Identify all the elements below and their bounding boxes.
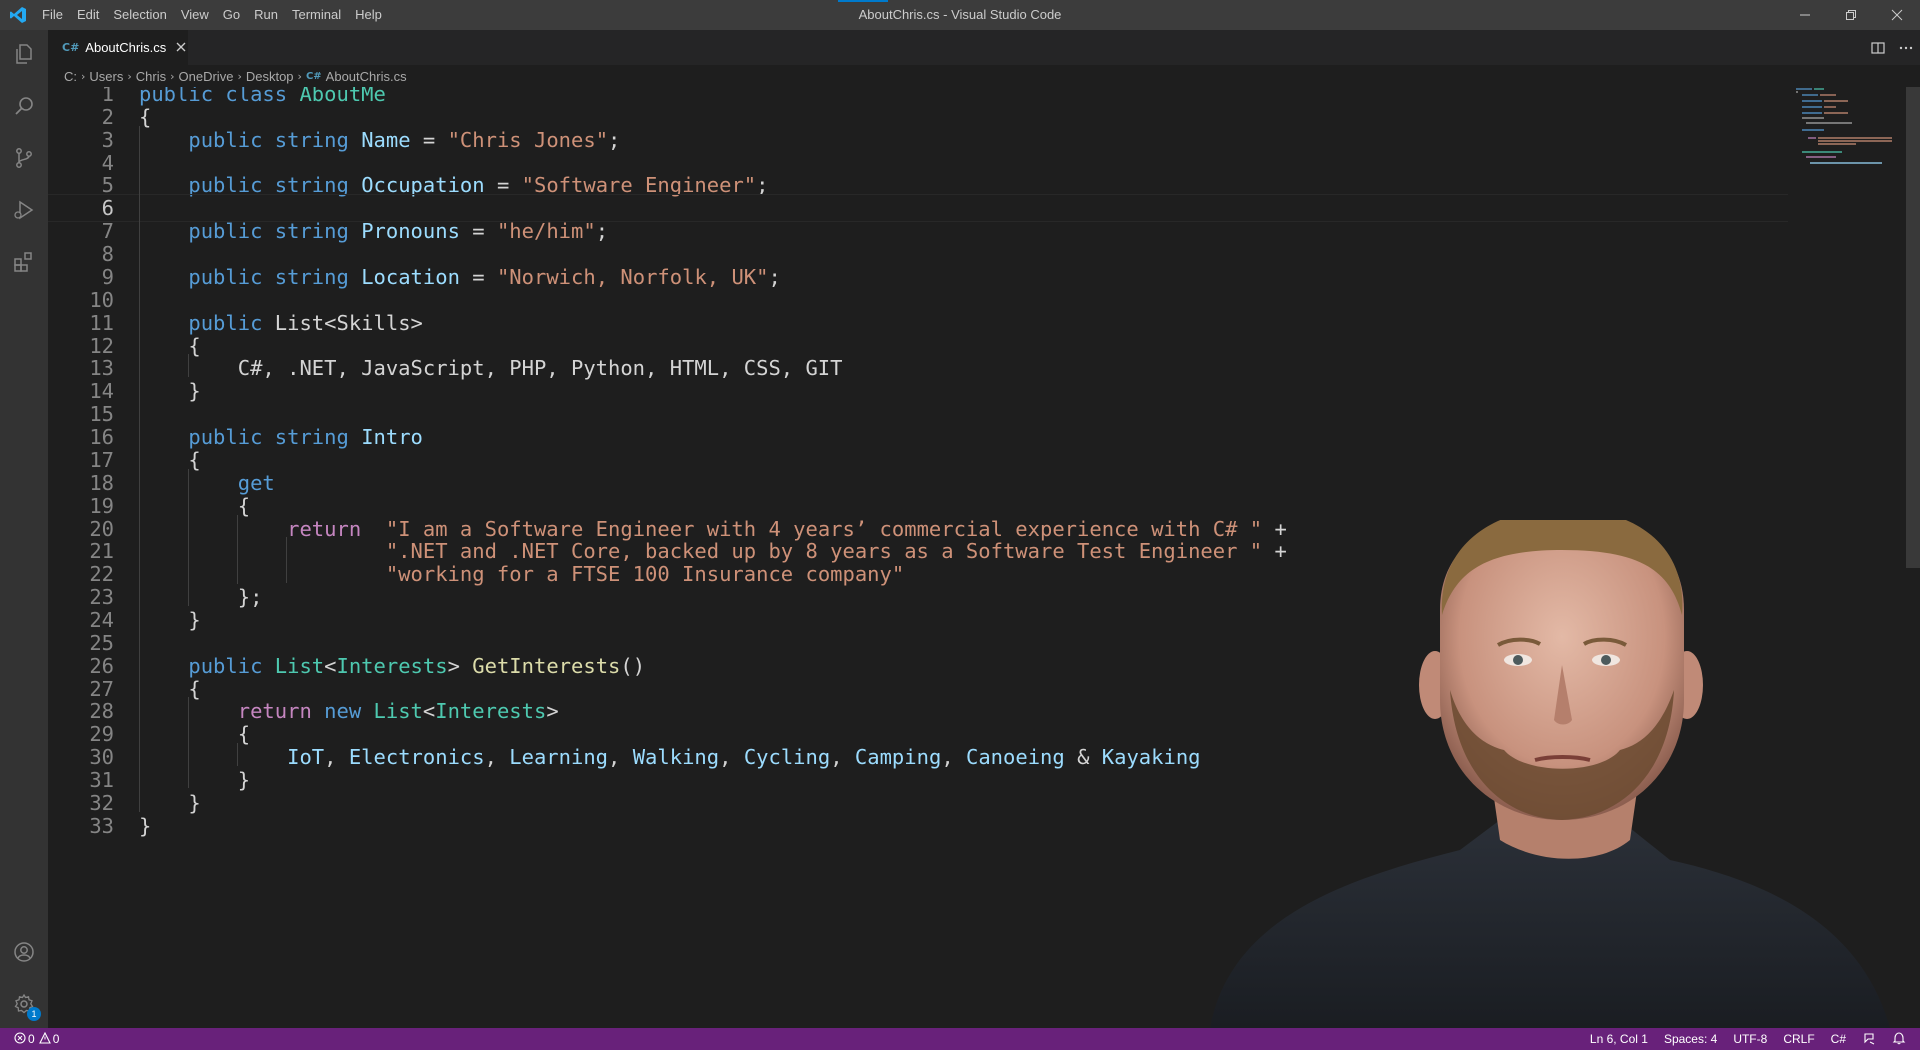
problems-status[interactable]: 0 0 [0,1031,60,1047]
menu-run[interactable]: Run [247,0,285,30]
indentation[interactable]: Spaces: 4 [1656,1032,1725,1046]
feedback-icon[interactable] [1854,1031,1884,1048]
breadcrumb-item[interactable]: Users [89,69,123,84]
chevron-right-icon: › [127,69,132,83]
line-number: 33 [89,814,114,838]
manage-badge: 1 [27,1007,41,1021]
breadcrumb-item[interactable]: Chris [136,69,166,84]
title-bar: File Edit Selection View Go Run Terminal Help A… [0,0,1920,30]
scrollbar-thumb[interactable] [1906,87,1920,568]
accounts-icon[interactable] [0,928,48,976]
breadcrumb-item[interactable]: OneDrive [179,69,234,84]
search-icon[interactable] [0,82,48,130]
language-mode[interactable]: C# [1823,1032,1854,1046]
chevron-right-icon: › [237,69,242,83]
breadcrumb-item[interactable]: Desktop [246,69,294,84]
breadcrumb: C: › Users › Chris › OneDrive › Desktop › C# AboutC… [48,65,1920,87]
run-debug-icon[interactable] [0,186,48,234]
error-icon [14,1031,26,1047]
manage-gear-icon[interactable]: 1 [0,980,48,1028]
window-controls [1782,0,1920,30]
title-accent-bar [838,0,888,2]
more-actions-icon[interactable] [1892,30,1920,65]
chevron-right-icon: › [81,69,86,83]
cursor-position[interactable]: Ln 6, Col 1 [1582,1032,1656,1046]
minimize-icon[interactable] [1782,0,1828,30]
warning-count: 0 [52,1032,60,1046]
menu-edit[interactable]: Edit [70,0,106,30]
restore-icon[interactable] [1828,0,1874,30]
close-window-icon[interactable] [1874,0,1920,30]
warning-icon [38,1031,51,1047]
indent-guide [237,743,238,766]
editor-actions [1864,30,1920,65]
error-count: 0 [28,1032,35,1046]
notifications-bell-icon[interactable] [1884,1031,1914,1048]
encoding[interactable]: UTF-8 [1725,1032,1775,1046]
indent-guide [188,697,189,788]
tab-bar: C# AboutChris.cs [48,30,1920,65]
tab-label: AboutChris.cs [85,40,167,55]
vscode-logo-icon [0,0,35,30]
indent-guide [237,515,238,584]
indent-guide [188,354,189,377]
menu-view[interactable]: View [174,0,216,30]
csharp-file-icon: C# [62,41,80,54]
breadcrumb-item[interactable]: C: [64,69,77,84]
menu-help[interactable]: Help [348,0,389,30]
tab-aboutchris[interactable]: C# AboutChris.cs [48,30,188,65]
menu-bar: File Edit Selection View Go Run Terminal Help [35,0,389,30]
indent-guide [286,537,287,583]
menu-file[interactable]: File [35,0,70,30]
menu-selection[interactable]: Selection [106,0,173,30]
status-bar: 0 0 Ln 6, Col 1 Spaces: 4 UTF-8 CRLF C# [0,1028,1920,1050]
split-editor-icon[interactable] [1864,30,1892,65]
chevron-right-icon: › [170,69,175,83]
explorer-icon[interactable] [0,30,48,78]
code-token: } [139,814,152,838]
webcam-overlay-photo [1200,508,1900,1028]
menu-terminal[interactable]: Terminal [285,0,348,30]
indent-guide [139,126,140,812]
end-of-line[interactable]: CRLF [1775,1032,1822,1046]
source-control-icon[interactable] [0,134,48,182]
activity-bar: 1 [0,30,48,1028]
menu-go[interactable]: Go [216,0,247,30]
status-right-group: Ln 6, Col 1 Spaces: 4 UTF-8 CRLF C# [1582,1028,1914,1050]
code-text: } [139,812,151,840]
extensions-icon[interactable] [0,238,48,286]
chevron-right-icon: › [297,69,302,83]
csharp-file-icon: C# [305,70,322,82]
close-icon[interactable] [176,39,186,57]
indent-guide [188,469,189,606]
breadcrumb-file[interactable]: AboutChris.cs [326,69,407,84]
